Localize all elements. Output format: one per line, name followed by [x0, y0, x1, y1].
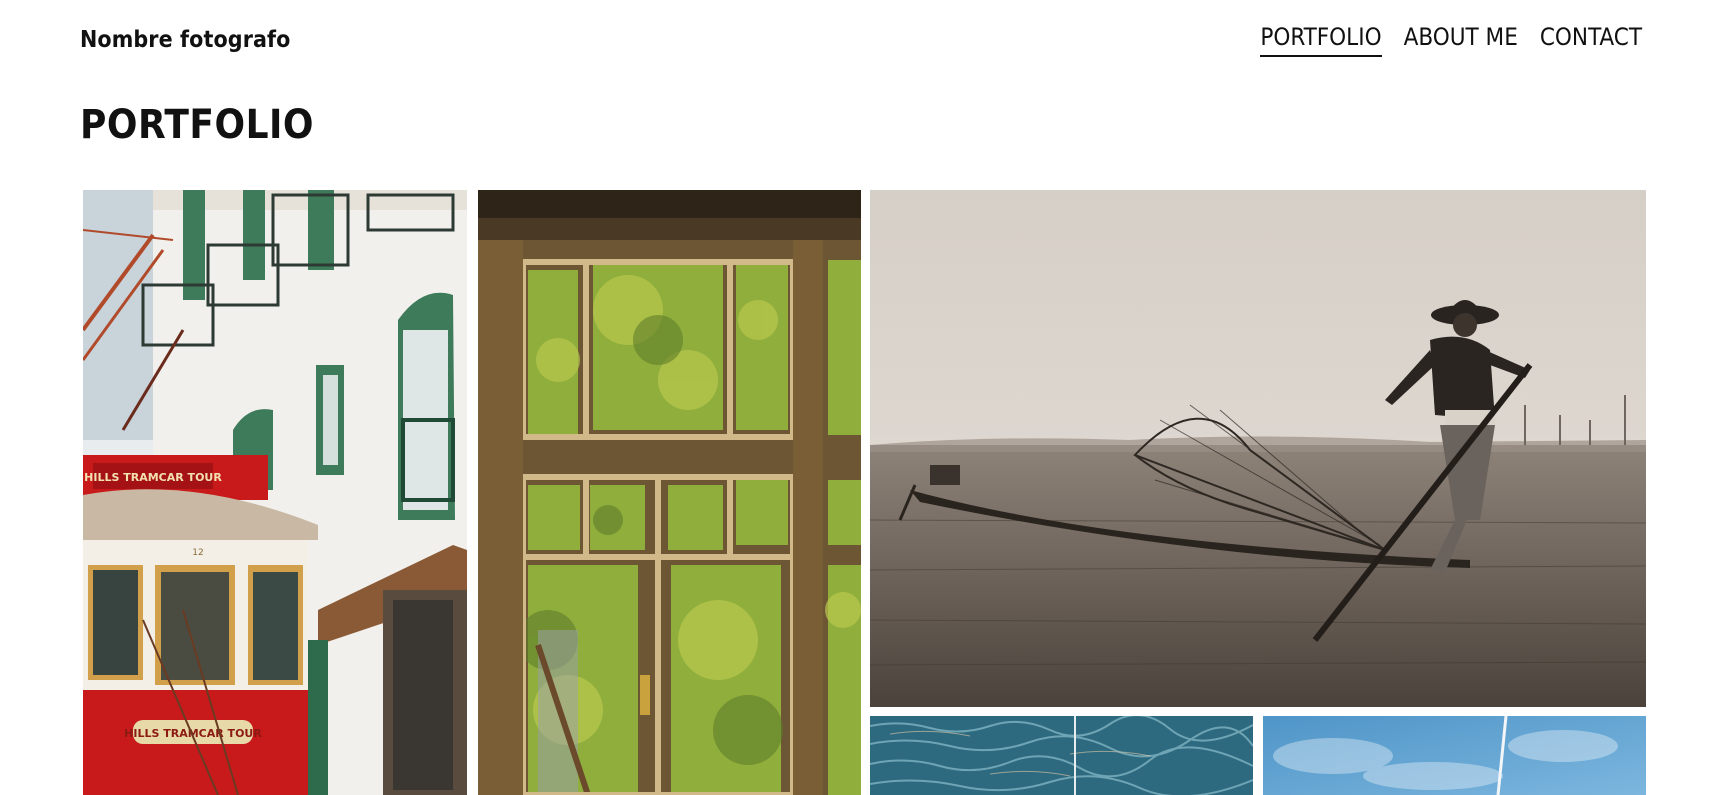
page-title: PORTFOLIO — [80, 102, 314, 148]
window-trees-image — [478, 190, 861, 795]
nav-link-contact[interactable]: CONTACT — [1540, 23, 1642, 57]
portfolio-page: Nombre fotografo PORTFOLIO ABOUT ME CONT… — [0, 0, 1723, 795]
sky-sail-image — [1263, 716, 1646, 795]
nav-link-portfolio[interactable]: PORTFOLIO — [1260, 23, 1382, 57]
brand-logo-link[interactable]: Nombre fotografo — [80, 27, 290, 53]
gallery-photo-tram[interactable]: HILLS TRAMCAR TOUR 12 HILLS TRAMCAR TOUR — [83, 190, 467, 795]
water-waves-image — [870, 716, 1253, 795]
nav-link-about-me[interactable]: ABOUT ME — [1404, 23, 1518, 57]
tram-number: 12 — [192, 548, 203, 558]
tram-street-image: HILLS TRAMCAR TOUR 12 HILLS TRAMCAR TOUR — [83, 190, 467, 795]
gallery-photo-window[interactable] — [478, 190, 861, 795]
fisherman-boat-image — [870, 190, 1646, 707]
gallery-photo-sky[interactable] — [1263, 716, 1646, 795]
tram-top-sign: HILLS TRAMCAR TOUR — [84, 471, 222, 484]
gallery-photo-waves[interactable] — [870, 716, 1253, 795]
site-header: Nombre fotografo PORTFOLIO ABOUT ME CONT… — [80, 18, 1642, 62]
gallery-photo-fisherman[interactable] — [870, 190, 1646, 707]
main-nav: PORTFOLIO ABOUT ME CONTACT — [1260, 23, 1642, 57]
